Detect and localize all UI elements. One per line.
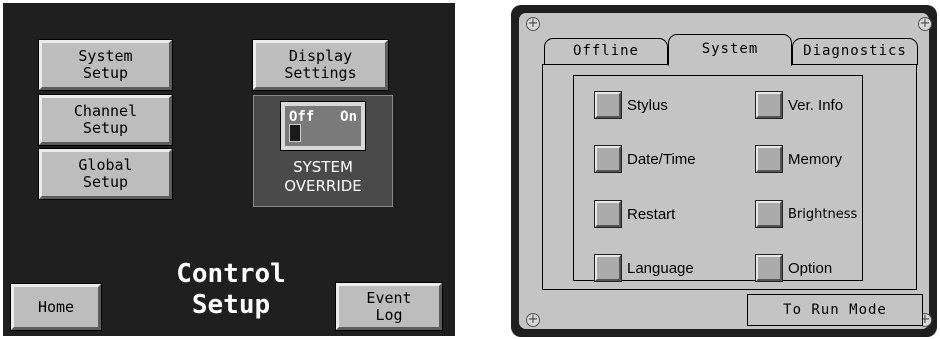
channel-setup-line1: Channel [73, 102, 138, 120]
switch-on-label: On [340, 109, 357, 125]
screw-icon: + [526, 312, 540, 327]
restart-checkbox[interactable] [594, 200, 622, 228]
option-checkbox[interactable] [755, 254, 783, 282]
event-log-line2: Log [375, 305, 403, 324]
tab-diagnostics-label: Diagnostics [803, 43, 907, 59]
system-setup-button[interactable]: System Setup [38, 39, 173, 91]
page-title: Control Setup [151, 259, 311, 321]
option-option[interactable]: Option [755, 254, 833, 282]
stylus-checkbox[interactable] [594, 91, 622, 119]
title-line2: Setup [191, 290, 271, 320]
tab-system-label: System [701, 41, 759, 57]
title-line1: Control [176, 259, 286, 289]
override-toggle-switch[interactable]: Off On [280, 101, 366, 151]
display-settings-line2: Settings [284, 64, 357, 82]
language-option[interactable]: Language [594, 254, 694, 282]
override-label-line1: SYSTEM [293, 158, 353, 176]
home-button[interactable]: Home [10, 283, 102, 331]
system-setup-line2: Setup [82, 64, 129, 82]
date-time-checkbox[interactable] [594, 145, 622, 173]
event-log-line1: Event [366, 288, 412, 307]
to-run-mode-button[interactable]: To Run Mode [747, 294, 923, 326]
system-setup-line1: System [78, 47, 133, 65]
brightness-label: Brightness [788, 206, 858, 222]
global-setup-line1: Global [78, 156, 133, 174]
stylus-label: Stylus [627, 96, 668, 114]
restart-label: Restart [627, 205, 676, 223]
display-settings-button[interactable]: Display Settings [252, 39, 389, 91]
global-setup-line2: Setup [82, 173, 129, 191]
switch-off-label: Off [289, 109, 315, 125]
brightness-checkbox[interactable] [755, 200, 783, 228]
stylus-option[interactable]: Stylus [594, 91, 668, 119]
memory-option[interactable]: Memory [755, 145, 843, 173]
channel-setup-line2: Setup [82, 119, 129, 137]
channel-setup-button[interactable]: Channel Setup [38, 94, 173, 146]
override-label-line2: OVERRIDE [284, 177, 362, 195]
language-checkbox[interactable] [594, 254, 622, 282]
to-run-mode-label: To Run Mode [783, 302, 887, 318]
language-label: Language [627, 259, 694, 277]
ver-info-label: Ver. Info [788, 96, 844, 114]
home-label: Home [37, 297, 75, 316]
switch-track: Off On [285, 106, 361, 146]
global-setup-button[interactable]: Global Setup [38, 148, 173, 200]
tab-diagnostics[interactable]: Diagnostics [792, 38, 918, 65]
display-settings-line1: Display [288, 47, 353, 65]
memory-label: Memory [788, 150, 843, 168]
control-setup-screen: System Setup Channel Setup Global Setup … [3, 3, 455, 336]
system-override-panel: Off On SYSTEM OVERRIDE [253, 95, 393, 207]
ver-info-option[interactable]: Ver. Info [755, 91, 844, 119]
brightness-option[interactable]: Brightness [755, 200, 858, 228]
system-override-label: SYSTEM OVERRIDE [254, 158, 392, 196]
event-log-button[interactable]: Event Log [335, 282, 443, 331]
date-time-label: Date/Time [627, 150, 696, 168]
tab-offline-label: Offline [572, 43, 639, 59]
ver-info-checkbox[interactable] [755, 91, 783, 119]
system-tab-panel: Stylus Date/Time Restart Language Ver. I… [542, 64, 917, 290]
restart-option[interactable]: Restart [594, 200, 676, 228]
screw-icon: + [526, 16, 540, 31]
option-label: Option [788, 259, 833, 277]
memory-checkbox[interactable] [755, 145, 783, 173]
tab-offline[interactable]: Offline [544, 38, 668, 65]
date-time-option[interactable]: Date/Time [594, 145, 696, 173]
screw-icon: + [918, 16, 932, 31]
tab-system[interactable]: System [668, 34, 792, 66]
switch-knob[interactable] [289, 124, 301, 142]
